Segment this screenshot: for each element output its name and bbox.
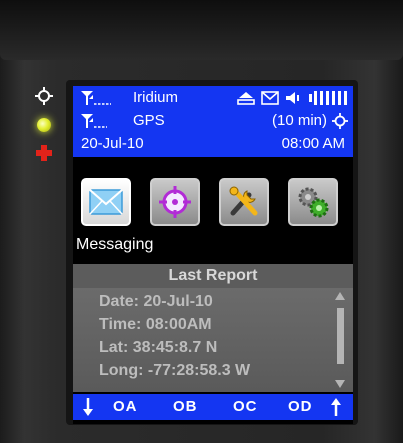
gps-led-icon — [34, 86, 54, 106]
softkey-b[interactable]: OB — [173, 398, 198, 415]
scroll-thumb[interactable] — [337, 308, 344, 364]
softkey-bar: OA OB OC OD — [73, 394, 353, 420]
status-date: 20-Jul-10 — [81, 135, 144, 152]
report-lat: Lat: 38:45:8.7 N — [99, 339, 218, 356]
report-date: Date: 20-Jul-10 — [99, 293, 213, 310]
gears-icon — [298, 187, 329, 218]
softkey-c[interactable]: OC — [233, 398, 258, 415]
envelope-icon — [89, 189, 123, 215]
softkey-down[interactable] — [83, 398, 93, 420]
report-interval: (10 min) — [271, 112, 327, 129]
settings-tile[interactable] — [288, 178, 338, 226]
messaging-tile[interactable] — [81, 178, 131, 226]
arrow-down-icon — [83, 398, 93, 416]
power-led-icon — [34, 115, 54, 135]
tools-icon — [229, 186, 258, 216]
speaker-icon — [286, 92, 299, 104]
softkey-up[interactable] — [331, 398, 341, 420]
main-menu — [73, 178, 353, 228]
gps-tile[interactable] — [150, 178, 200, 226]
iridium-label: Iridium — [133, 89, 179, 106]
report-long: Long: -77:28:58.3 W — [99, 362, 251, 379]
menu-caption: Messaging — [76, 236, 154, 253]
target-icon — [332, 113, 348, 133]
status-bar: Iridium GPS (10 min) 20-Jul-10 08:00 AM — [73, 86, 353, 157]
tools-tile[interactable] — [219, 178, 269, 226]
softkey-a[interactable]: OA — [113, 398, 138, 415]
alert-cross-icon — [34, 143, 54, 163]
status-icons — [237, 89, 347, 107]
gps-signal-icon — [79, 112, 111, 134]
envelope-icon — [261, 91, 279, 105]
scroll-up-arrow-icon[interactable] — [335, 292, 345, 300]
scroll-down-arrow-icon[interactable] — [335, 380, 345, 388]
device-top — [0, 0, 403, 60]
device-screen: Iridium GPS (10 min) 20-Jul-10 08:00 AM … — [73, 86, 353, 424]
battery-bars-icon — [309, 91, 347, 105]
report-lines: Date: 20-Jul-10 Time: 08:00AM Lat: 38:45… — [99, 290, 250, 382]
crosshair-icon — [159, 186, 191, 218]
iridium-signal-icon — [79, 89, 111, 111]
gps-label: GPS — [133, 112, 165, 129]
report-title: Last Report — [73, 264, 353, 288]
status-time: 08:00 AM — [281, 135, 345, 152]
upload-icon — [237, 92, 255, 105]
arrow-up-icon — [331, 398, 341, 416]
report-time: Time: 08:00AM — [99, 316, 212, 333]
softkey-d[interactable]: OD — [288, 398, 313, 415]
report-scrollbar[interactable] — [335, 292, 345, 388]
last-report-panel: Last Report Date: 20-Jul-10 Time: 08:00A… — [73, 264, 353, 392]
